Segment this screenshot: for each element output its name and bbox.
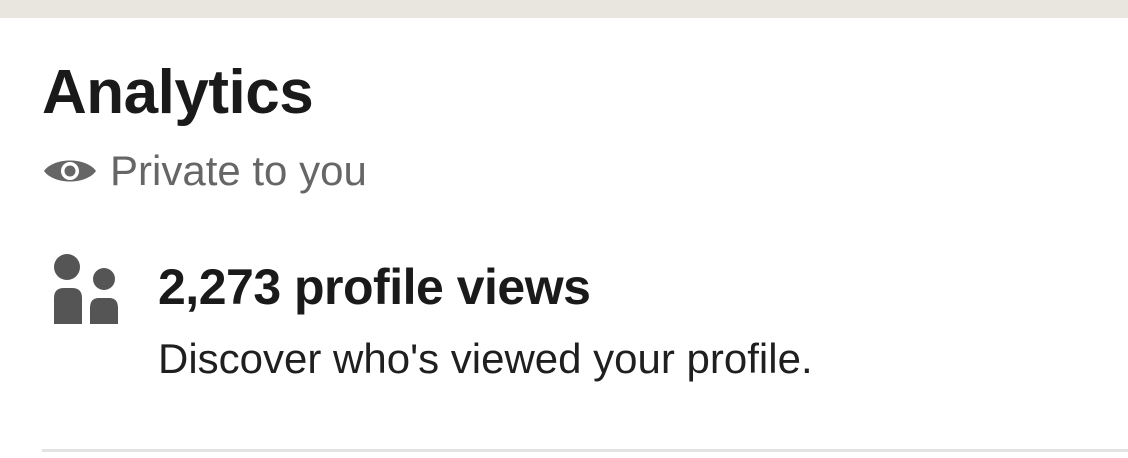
divider [42, 449, 1128, 452]
profile-views-count[interactable]: 2,273 profile views [158, 262, 591, 312]
visibility-label: Private to you [110, 147, 367, 194]
eye-icon [44, 160, 96, 182]
people-icon [54, 254, 118, 324]
profile-views-description: Discover who's viewed your profile. [158, 335, 813, 382]
top-band [0, 0, 1128, 18]
section-title: Analytics [42, 58, 314, 127]
profile-views-item[interactable]: 2,273 profile views Discover who's viewe… [52, 252, 1092, 412]
page: Analytics Private to you 2,273 profile v… [0, 0, 1128, 458]
visibility-indicator: Private to you [42, 150, 367, 192]
